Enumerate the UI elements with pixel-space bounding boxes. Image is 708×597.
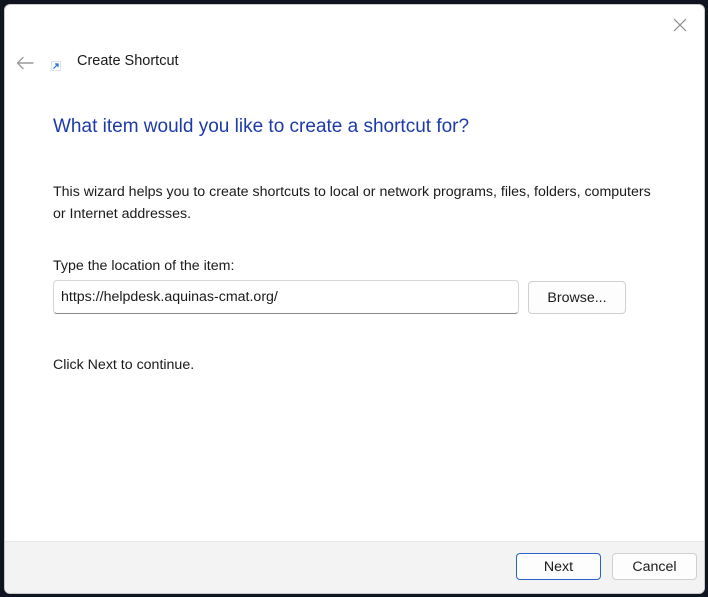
wizard-intro-text: This wizard helps you to create shortcut… (53, 184, 651, 222)
wizard-heading: What item would you like to create a sho… (53, 116, 470, 137)
location-input[interactable] (53, 280, 519, 314)
close-button[interactable] (664, 11, 696, 39)
create-shortcut-dialog: Create Shortcut What item would you like… (4, 4, 705, 594)
dialog-footer: Next Cancel (5, 541, 704, 593)
shortcut-arrow-icon (51, 61, 61, 71)
next-button[interactable]: Next (516, 553, 601, 580)
close-icon (673, 18, 687, 32)
browse-button[interactable]: Browse... (528, 281, 626, 314)
location-label: Type the location of the item: (53, 258, 235, 274)
back-button[interactable] (11, 51, 39, 75)
back-arrow-icon (16, 56, 34, 70)
window-title: Create Shortcut (77, 53, 179, 69)
continue-instruction: Click Next to continue. (53, 357, 195, 373)
cancel-button[interactable]: Cancel (612, 553, 697, 580)
